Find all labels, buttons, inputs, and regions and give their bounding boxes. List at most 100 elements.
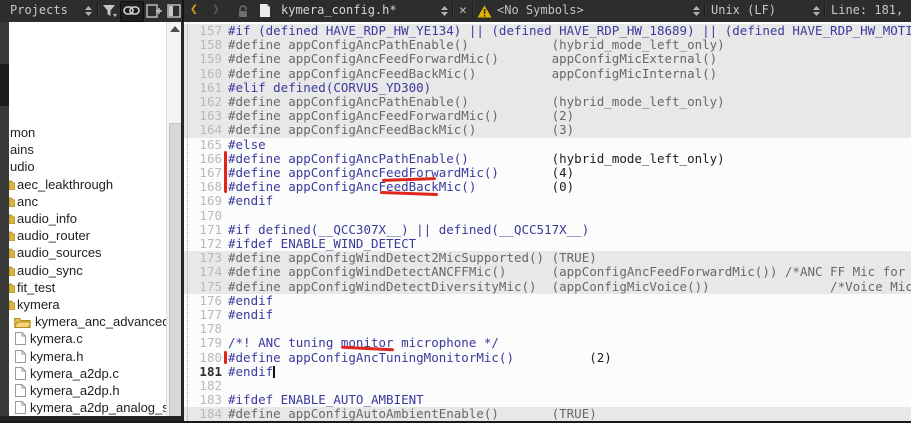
code-line[interactable]: 162 #define appConfigAncPathEnable() (hyb… <box>184 94 911 110</box>
code-line[interactable]: 157 #if (defined HAVE_RDP_HW_YE134) || (d… <box>184 23 911 39</box>
code-line[interactable]: 175 #define appConfigWindDetectDiversityM… <box>184 279 911 294</box>
code-text: #define appConfigAncFeedForwardMic() (2) <box>228 108 575 124</box>
code-line[interactable]: 178 <box>184 321 911 336</box>
code-editor[interactable]: 157 #if (defined HAVE_RDP_HW_YE134) || (d… <box>184 22 911 421</box>
code-line[interactable]: 172 #ifdef ENABLE_WIND_DETECT <box>184 236 911 251</box>
code-text: #define appConfigWindDetect2MicSupported… <box>228 250 597 266</box>
code-text: #define appConfigAncPathEnable() (hybrid… <box>228 94 725 109</box>
code-line[interactable]: 171 #if defined(__QCC307X__) || defined(_… <box>184 222 911 237</box>
tab-filename[interactable]: kymera_config.h* <box>281 3 397 17</box>
line-number: 162 <box>199 94 222 109</box>
tree-item-folder[interactable]: audio_sync <box>9 262 166 279</box>
code-text: #if (defined HAVE_RDP_HW_YE134) || (defi… <box>228 23 911 38</box>
folder-icon <box>9 248 15 259</box>
tree-item-folder[interactable]: audio_sources <box>9 244 166 261</box>
file-icon <box>15 349 26 363</box>
symbols-updown-icon[interactable] <box>692 5 701 17</box>
code-line[interactable]: 164 #define appConfigAncFeedBackMic() (3) <box>184 122 911 138</box>
folder-icon <box>9 197 15 207</box>
code-text: #endif <box>228 307 274 322</box>
tree-item-folder[interactable]: kymera <box>9 296 166 313</box>
eol-dropdown[interactable]: Unix (LF) <box>711 3 776 17</box>
code-line[interactable]: 163 #define appConfigAncFeedForwardMic() … <box>184 108 911 124</box>
caret-position-status: Line: 181, Col: <box>831 3 911 17</box>
split-view-icon[interactable] <box>146 4 163 18</box>
tree-item-file[interactable]: kymera_a2dp.c <box>9 365 166 382</box>
code-line[interactable]: 177 #endif <box>184 307 911 322</box>
code-line[interactable]: 182 <box>184 378 911 393</box>
code-line[interactable]: 174 #define appConfigWindDetectANCFFMic()… <box>184 264 911 280</box>
tree-item-label: audio_sources <box>17 245 102 261</box>
code-line[interactable]: 184 #define appConfigAutoAmbientEnable() … <box>184 407 911 421</box>
code-line[interactable]: 169 #endif <box>184 194 911 208</box>
scroll-up-icon[interactable] <box>170 26 180 32</box>
code-line[interactable]: 159 #define appConfigAncFeedForwardMic() … <box>184 52 911 67</box>
code-line[interactable]: 160 #define appConfigAncFeedBackMic() app… <box>184 65 911 81</box>
code-text: #define appConfigAncFeedBackMic() (3) <box>228 122 575 138</box>
code-text: #define appConfigAutoAmbientEnable() (TR… <box>228 406 597 421</box>
tree-item-file[interactable]: kymera_a2dp.h <box>9 382 166 399</box>
tree-item-label: fit_test <box>17 279 56 295</box>
code-text: #else <box>228 136 266 152</box>
forward-icon[interactable]: ❯ <box>212 2 220 17</box>
code-line[interactable]: 180 #define appConfigAncTuningMonitorMic(… <box>184 350 911 365</box>
tree-item-folder[interactable]: audio_router <box>9 227 166 244</box>
line-number: 177 <box>199 307 222 322</box>
line-number: 164 <box>199 122 222 138</box>
code-line[interactable]: 168 #define appConfigAncFeedBackMic() (0) <box>184 179 911 194</box>
line-number: 160 <box>199 65 222 81</box>
close-icon[interactable]: ✕ <box>459 3 467 18</box>
code-line[interactable]: 183 #ifdef ENABLE_AUTO_AMBIENT <box>184 392 911 408</box>
link-icon[interactable] <box>123 5 140 16</box>
tree-item-file[interactable]: kymera.c <box>9 330 166 347</box>
code-line[interactable]: 158 #define appConfigAncPathEnable() (hyb… <box>184 37 911 53</box>
tree-item-label: kymera_a2dp.c <box>30 365 119 381</box>
line-number: 172 <box>199 236 222 251</box>
tree-item-folder[interactable]: anc <box>9 193 166 210</box>
tree-item-folder[interactable]: fit_test <box>9 279 166 296</box>
tree-item-folder[interactable]: aec_leakthrough <box>9 176 166 193</box>
line-number: 183 <box>199 392 222 408</box>
code-line[interactable]: 167 #define appConfigAncFeedForwardMic() … <box>184 165 911 180</box>
line-number: 174 <box>199 264 222 280</box>
tree-item-label: kymera.c <box>30 331 83 347</box>
file-tree-panel: mon ains udio aec_leakthrough anc audio_info a… <box>9 22 166 417</box>
projects-dropdown[interactable]: Projects <box>10 3 68 17</box>
tree-item-folder[interactable]: ains <box>9 141 166 158</box>
line-number: 184 <box>199 406 222 421</box>
tree-item-label: kymera.h <box>30 348 84 364</box>
editor-window: Projects ❮ ❯ kymera_config.h* ✕ <No Symb… <box>0 0 911 423</box>
toolbar-separator <box>97 3 99 18</box>
back-icon[interactable]: ❮ <box>190 2 198 17</box>
tree-item-label: aec_leakthrough <box>17 176 114 192</box>
filter-icon[interactable] <box>102 4 118 18</box>
tree-item-label: audio_sync <box>17 262 83 278</box>
symbols-dropdown[interactable]: <No Symbols> <box>497 3 584 17</box>
sidebar-toggle-icon[interactable] <box>167 4 182 18</box>
lock-icon[interactable] <box>236 4 250 18</box>
file-icon <box>259 3 271 18</box>
code-line[interactable]: 176 #endif <box>184 293 911 308</box>
buffer-updown-icon[interactable] <box>440 5 449 17</box>
tree-item-label: kymera_anc_advanced <box>35 314 166 330</box>
code-line[interactable]: 161 #elif defined(CORVUS_YD300) <box>184 80 911 95</box>
tree-item-folder[interactable]: udio <box>9 158 166 175</box>
tree-item-file[interactable]: kymera_a2dp_analog_sou <box>9 399 166 416</box>
line-number: 163 <box>199 108 222 124</box>
tree-item-folder[interactable]: kymera_anc_advanced <box>9 313 166 330</box>
tree-item-label: anc <box>17 193 38 209</box>
eol-updown-icon[interactable] <box>812 5 821 17</box>
code-line[interactable]: 170 <box>184 208 911 223</box>
top-toolbar: Projects ❮ ❯ kymera_config.h* ✕ <No Symb… <box>0 0 911 23</box>
code-line[interactable]: 166 #define appConfigAncPathEnable() (hyb… <box>184 151 911 166</box>
tree-item-folder[interactable]: audio_info <box>9 210 166 227</box>
code-line[interactable]: 181 #endif <box>184 364 911 379</box>
tree-item-folder[interactable]: mon <box>9 124 166 141</box>
code-line[interactable]: 179/*! ANC tuning monitor microphone */ <box>184 336 911 350</box>
code-line[interactable]: 165 #else <box>184 136 911 152</box>
code-line[interactable]: 173 #define appConfigWindDetect2MicSuppor… <box>184 250 911 266</box>
warning-icon <box>477 5 492 18</box>
projects-updown-icon[interactable] <box>84 5 93 17</box>
sidebar-scrollbar[interactable] <box>166 22 182 423</box>
tree-item-file[interactable]: kymera.h <box>9 348 166 365</box>
